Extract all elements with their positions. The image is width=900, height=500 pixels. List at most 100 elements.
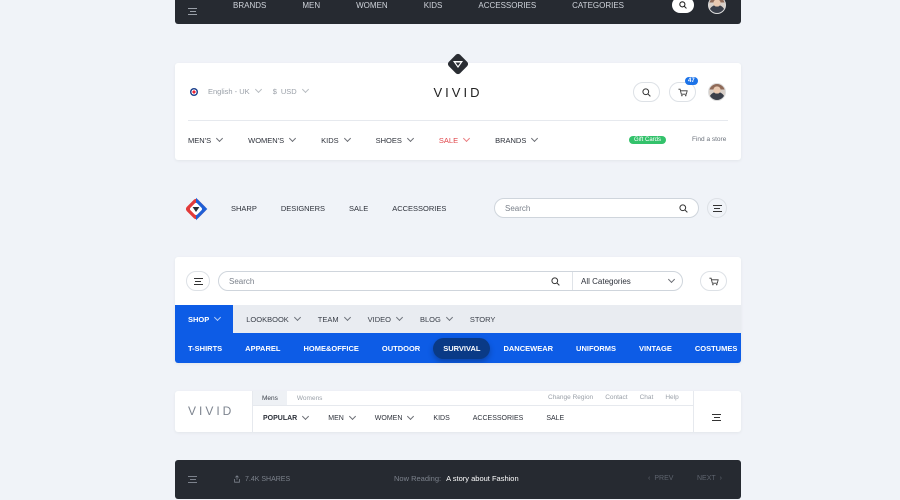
chevron-down-icon — [302, 412, 310, 421]
chevron-down-icon — [407, 412, 415, 421]
nav-label: VIDEO — [367, 314, 391, 324]
main-nav: SHOP LOOKBOOK TEAM VIDEO BLOG STORY — [175, 305, 741, 333]
nav-womens[interactable]: WOMEN'S — [248, 134, 297, 145]
find-store-link[interactable]: Find a store — [692, 136, 726, 143]
category-t-shirts[interactable]: T-SHIRTS — [188, 344, 222, 353]
category-survival-active[interactable]: SURVIVAL — [433, 337, 491, 359]
nav-link-accessories[interactable]: ACCESSORIES — [392, 204, 446, 213]
language-label: English - UK — [208, 87, 250, 96]
shop-header-card: Search All Categories SHOP LOOKBOOK TEAM… — [175, 257, 741, 363]
category-home-office[interactable]: HOME&OFFICE — [303, 344, 358, 353]
nav-kids[interactable]: KIDS — [433, 415, 449, 422]
nav-link-accessories[interactable]: ACCESSORIES — [478, 1, 536, 10]
nav-label: STORY — [469, 314, 496, 324]
divider — [188, 120, 728, 121]
next-button[interactable]: NEXT › — [697, 475, 722, 482]
search-icon — [642, 87, 651, 97]
nav-link-sale[interactable]: SALE — [349, 204, 368, 213]
nav-shoes[interactable]: SHOES — [375, 134, 414, 145]
now-reading: Now Reading: A story about Fashion — [394, 474, 519, 483]
category-uniforms[interactable]: UNIFORMS — [576, 344, 616, 353]
nav-blog[interactable]: BLOG — [420, 313, 453, 324]
gender-tabs: Mens Womens — [253, 391, 332, 405]
nav-mens[interactable]: MEN'S — [188, 134, 224, 145]
category-select[interactable]: All Categories — [572, 272, 682, 290]
search-button[interactable] — [633, 82, 660, 102]
chevron-down-icon — [348, 412, 356, 421]
user-avatar[interactable] — [708, 83, 726, 101]
nav-men[interactable]: MEN — [328, 412, 356, 422]
nav-link-kids[interactable]: KIDS — [424, 1, 443, 10]
menu-icon — [193, 277, 203, 285]
cart-icon — [708, 277, 719, 285]
category-outdoor[interactable]: OUTDOOR — [382, 344, 420, 353]
menu-button[interactable] — [186, 271, 210, 291]
vivid-logo-text[interactable]: VIVID — [188, 404, 234, 418]
nav-kids[interactable]: KIDS — [321, 134, 351, 145]
nav-story[interactable]: STORY — [470, 315, 496, 324]
nav-label: TEAM — [317, 314, 339, 324]
menu-icon[interactable] — [188, 476, 197, 485]
nav-label: MEN — [328, 415, 344, 422]
prev-button[interactable]: ‹ PREV — [648, 475, 673, 482]
tab-womens[interactable]: Womens — [287, 395, 333, 402]
nav-link-designers[interactable]: DESIGNERS — [281, 204, 325, 213]
nav-popular[interactable]: POPULAR — [263, 412, 310, 422]
search-icon — [679, 1, 687, 9]
nav-sale[interactable]: SALE — [438, 134, 471, 145]
cart-count-badge: 47 — [685, 77, 698, 85]
nav-accessories[interactable]: ACCESSORIES — [473, 415, 524, 422]
gift-cards-badge[interactable]: Gift Cards — [629, 136, 667, 144]
search-icon[interactable] — [679, 203, 688, 213]
menu-icon — [712, 204, 722, 212]
nav-label: SALE — [438, 136, 459, 145]
chevron-down-icon — [395, 313, 404, 321]
user-avatar[interactable] — [708, 0, 726, 14]
nav-lookbook[interactable]: LOOKBOOK — [233, 313, 301, 324]
nav-shop[interactable]: SHOP — [175, 305, 234, 333]
category-apparel[interactable]: APPAREL — [245, 344, 280, 353]
language-dropdown[interactable]: English - UK — [208, 85, 262, 96]
category-costumes[interactable]: COSTUMES — [695, 344, 738, 353]
contact-link[interactable]: Contact — [605, 394, 627, 401]
nav-link-women[interactable]: WOMEN — [356, 1, 388, 10]
sharp-nav-links: SHARP DESIGNERS SALE ACCESSORIES — [231, 204, 446, 213]
vivid-logo-text[interactable]: VIVID — [419, 85, 497, 100]
nav-women[interactable]: WOMEN — [375, 412, 415, 422]
vivid-header-card: VIVID English - UK $ USD 47 MEN'S WOMEN'… — [175, 53, 741, 160]
nav-sale[interactable]: SALE — [546, 415, 564, 422]
cart-button[interactable]: 47 — [669, 77, 698, 102]
nav-link-sharp[interactable]: SHARP — [231, 204, 257, 213]
search-icon[interactable] — [551, 276, 560, 286]
nav-link-men[interactable]: MEN — [302, 1, 320, 10]
tab-mens[interactable]: Mens — [253, 391, 287, 405]
sharp-navbar: SHARP DESIGNERS SALE ACCESSORIES Search — [175, 193, 741, 223]
nav-brands[interactable]: BRANDS — [495, 134, 539, 145]
help-link[interactable]: Help — [665, 394, 678, 401]
vivid-logo-icon[interactable] — [446, 52, 470, 76]
nav-label: SHOES — [375, 136, 402, 145]
brand-logo-icon[interactable] — [183, 196, 209, 222]
nav-link-brands[interactable]: BRANDS — [233, 1, 266, 10]
nav-link-categories[interactable]: CATEGORIES — [572, 1, 624, 10]
currency-dropdown[interactable]: $ USD — [273, 85, 309, 96]
menu-icon[interactable] — [188, 8, 197, 17]
vivid-compact-card: VIVID Mens Womens Change Region Contact … — [175, 391, 741, 432]
change-region-link[interactable]: Change Region — [548, 394, 593, 401]
search-input[interactable]: Search — [219, 277, 551, 286]
now-reading-title[interactable]: A story about Fashion — [446, 474, 519, 483]
nav-video[interactable]: VIDEO — [367, 313, 404, 324]
category-dancewear[interactable]: DANCEWEAR — [503, 344, 553, 353]
nav-team[interactable]: TEAM — [317, 313, 351, 324]
search-button[interactable] — [672, 0, 694, 13]
share-count[interactable]: 7.4K SHARES — [233, 475, 290, 483]
category-vintage[interactable]: VINTAGE — [639, 344, 672, 353]
menu-icon[interactable] — [712, 408, 721, 426]
utility-links: Change Region Contact Chat Help — [548, 394, 679, 401]
main-nav: MEN'S WOMEN'S KIDS SHOES SALE BRANDS — [188, 134, 539, 145]
chat-link[interactable]: Chat — [640, 394, 654, 401]
search-bar: Search All Categories — [218, 271, 683, 291]
filter-menu-button[interactable] — [707, 198, 727, 218]
cart-button[interactable] — [700, 271, 727, 291]
search-input[interactable]: Search — [494, 198, 699, 218]
